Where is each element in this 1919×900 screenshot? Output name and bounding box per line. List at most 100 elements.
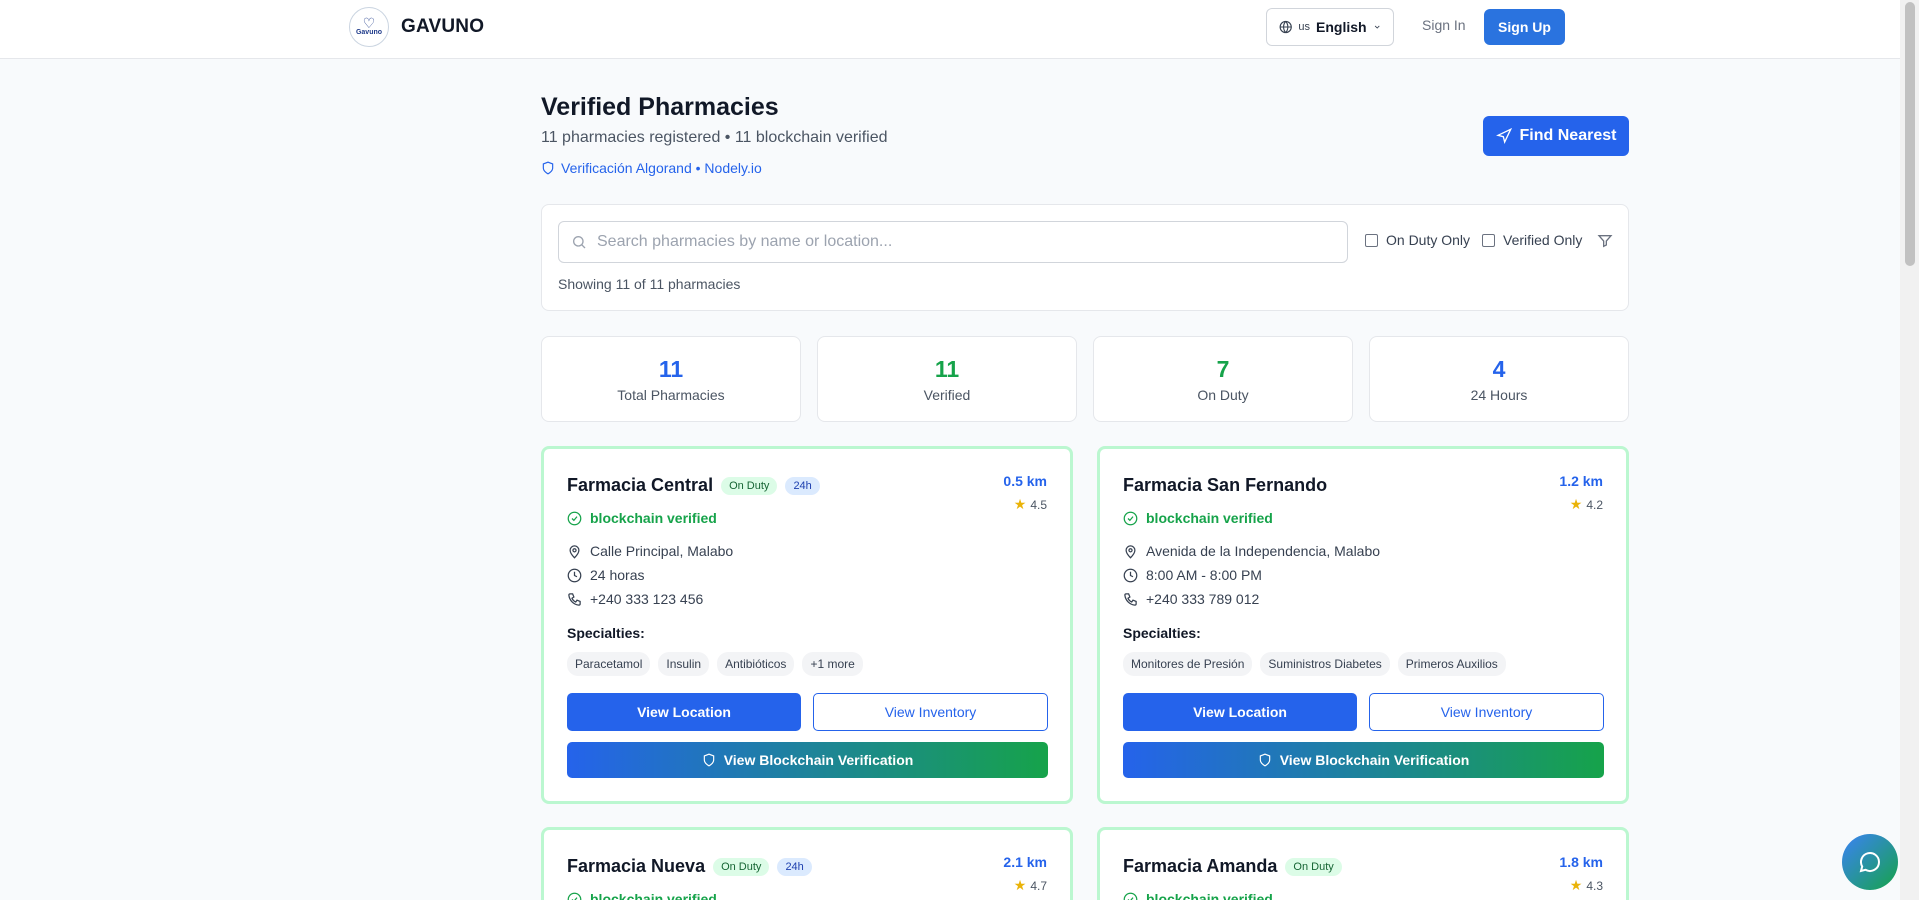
search-box[interactable] <box>558 221 1348 263</box>
brand[interactable]: ♡ Gavuno GAVUNO <box>349 7 484 47</box>
chat-icon <box>1859 852 1881 873</box>
scrollbar-thumb[interactable] <box>1905 2 1915 266</box>
blockchain-verified-label: blockchain verified <box>590 510 717 526</box>
address: Avenida de la Independencia, Malabo <box>1146 543 1381 559</box>
specialties-title: Specialties: <box>1123 625 1201 641</box>
24h-badge: 24h <box>785 476 820 495</box>
specialties-list: Paracetamol Insulin Antibióticos +1 more <box>567 652 863 676</box>
chevron-down-icon <box>1374 25 1380 29</box>
rating-value: 4.7 <box>1030 878 1047 893</box>
distance: 2.1 km <box>1003 854 1047 870</box>
page-title: Verified Pharmacies <box>541 93 779 121</box>
star-icon: ★ <box>1569 496 1583 512</box>
phone-row: +240 333 789 012 <box>1123 591 1259 607</box>
specialties-title: Specialties: <box>567 625 645 641</box>
language-name: English <box>1316 19 1367 35</box>
on-duty-filter[interactable]: On Duty Only <box>1365 232 1470 248</box>
find-nearest-button[interactable]: Find Nearest <box>1483 116 1629 156</box>
specialties-list: Monitores de Presión Suministros Diabete… <box>1123 652 1506 676</box>
view-inventory-button[interactable]: View Inventory <box>1369 693 1604 731</box>
stat-24-hours: 4 24 Hours <box>1369 336 1629 422</box>
logo-text: Gavuno <box>355 29 383 36</box>
rating: ★ 4.3 <box>1570 877 1603 894</box>
stat-label: Verified <box>923 387 971 403</box>
distance: 1.2 km <box>1559 473 1603 489</box>
find-nearest-label: Find Nearest <box>1519 127 1617 144</box>
stat-value: 4 <box>1492 356 1506 382</box>
blockchain-verified: blockchain verified <box>567 510 717 526</box>
stat-value: 11 <box>934 356 960 382</box>
verification-link[interactable]: Verificación Algorand • Nodely.io <box>541 160 762 176</box>
stat-value: 7 <box>1216 356 1230 382</box>
rating: ★ 4.5 <box>1014 496 1047 513</box>
shield-icon <box>1259 753 1270 767</box>
on-duty-checkbox[interactable] <box>1365 233 1378 247</box>
pharmacy-name: Farmacia Nueva <box>567 856 706 876</box>
language-code: us <box>1298 21 1311 33</box>
phone-icon <box>568 592 581 606</box>
shield-icon <box>703 753 714 767</box>
hours: 24 horas <box>590 567 645 583</box>
rating-value: 4.3 <box>1586 878 1603 893</box>
verified-checkbox[interactable] <box>1482 233 1495 247</box>
search-input[interactable] <box>597 233 1297 251</box>
shield-icon <box>542 161 554 175</box>
view-blockchain-button[interactable]: View Blockchain Verification <box>567 742 1048 778</box>
page-scrollbar[interactable] <box>1900 0 1919 900</box>
sign-up-button[interactable]: Sign Up <box>1484 9 1565 45</box>
view-location-button[interactable]: View Location <box>1123 693 1357 731</box>
star-icon: ★ <box>1013 496 1027 512</box>
distance: 1.8 km <box>1559 854 1603 870</box>
heart-icon: ♡ <box>362 15 376 31</box>
pharmacy-name: Farmacia San Fernando <box>1123 475 1328 495</box>
blockchain-verified-label: blockchain verified <box>590 891 717 900</box>
verified-filter-label: Verified Only <box>1503 232 1583 248</box>
page-subtitle: 11 pharmacies registered • 11 blockchain… <box>541 129 888 146</box>
language-selector[interactable]: us English <box>1266 8 1394 46</box>
map-pin-icon <box>1125 544 1136 559</box>
star-icon: ★ <box>1013 877 1027 893</box>
view-inventory-button[interactable]: View Inventory <box>813 693 1048 731</box>
hours: 8:00 AM - 8:00 PM <box>1146 567 1262 583</box>
sign-in-link[interactable]: Sign In <box>1422 17 1466 33</box>
hours-row: 24 horas <box>567 567 644 583</box>
stat-value: 11 <box>658 356 684 382</box>
rating-value: 4.2 <box>1586 497 1603 512</box>
search-panel: On Duty Only Verified Only Showing 11 of… <box>541 204 1629 311</box>
check-circle-icon <box>1123 892 1138 900</box>
stat-label: Total Pharmacies <box>617 387 725 403</box>
blockchain-verified-label: blockchain verified <box>1146 891 1273 900</box>
on-duty-badge: On Duty <box>713 857 770 876</box>
view-blockchain-label: View Blockchain Verification <box>1279 752 1470 768</box>
stat-on-duty: 7 On Duty <box>1093 336 1353 422</box>
check-circle-icon <box>567 511 582 525</box>
blockchain-verified-label: blockchain verified <box>1146 510 1273 526</box>
check-circle-icon <box>1123 511 1138 525</box>
specialty-chip: Suministros Diabetes <box>1260 652 1390 676</box>
specialty-chip: Primeros Auxilios <box>1397 652 1506 676</box>
blockchain-verified: blockchain verified <box>567 891 717 900</box>
on-duty-badge: On Duty <box>1285 857 1342 876</box>
chat-button[interactable] <box>1842 834 1898 890</box>
more-specialties-chip[interactable]: +1 more <box>802 652 863 676</box>
24h-badge: 24h <box>777 857 812 876</box>
address: Calle Principal, Malabo <box>590 543 734 559</box>
check-circle-icon <box>567 892 582 900</box>
pharmacy-card: Farmacia Amanda On Duty 1.8 km ★ 4.3 blo… <box>1097 827 1629 900</box>
clock-icon <box>567 568 582 582</box>
on-duty-filter-label: On Duty Only <box>1386 232 1471 248</box>
card-header: Farmacia Nueva On Duty 24h <box>567 856 812 877</box>
phone: +240 333 123 456 <box>590 591 704 607</box>
verification-text: Verificación Algorand • Nodely.io <box>561 160 762 176</box>
filter-icon[interactable] <box>1597 233 1613 249</box>
view-location-button[interactable]: View Location <box>567 693 801 731</box>
specialty-chip: Antibióticos <box>717 652 795 676</box>
verified-filter[interactable]: Verified Only <box>1482 232 1582 248</box>
view-blockchain-button[interactable]: View Blockchain Verification <box>1123 742 1604 778</box>
pharmacy-card: Farmacia Nueva On Duty 24h 2.1 km ★ 4.7 … <box>541 827 1073 900</box>
top-navbar: ♡ Gavuno GAVUNO us English Sign In Sign … <box>0 0 1900 59</box>
clock-icon <box>1123 568 1138 582</box>
search-icon <box>573 236 586 249</box>
view-blockchain-label: View Blockchain Verification <box>723 752 914 768</box>
globe-icon <box>1279 20 1292 34</box>
